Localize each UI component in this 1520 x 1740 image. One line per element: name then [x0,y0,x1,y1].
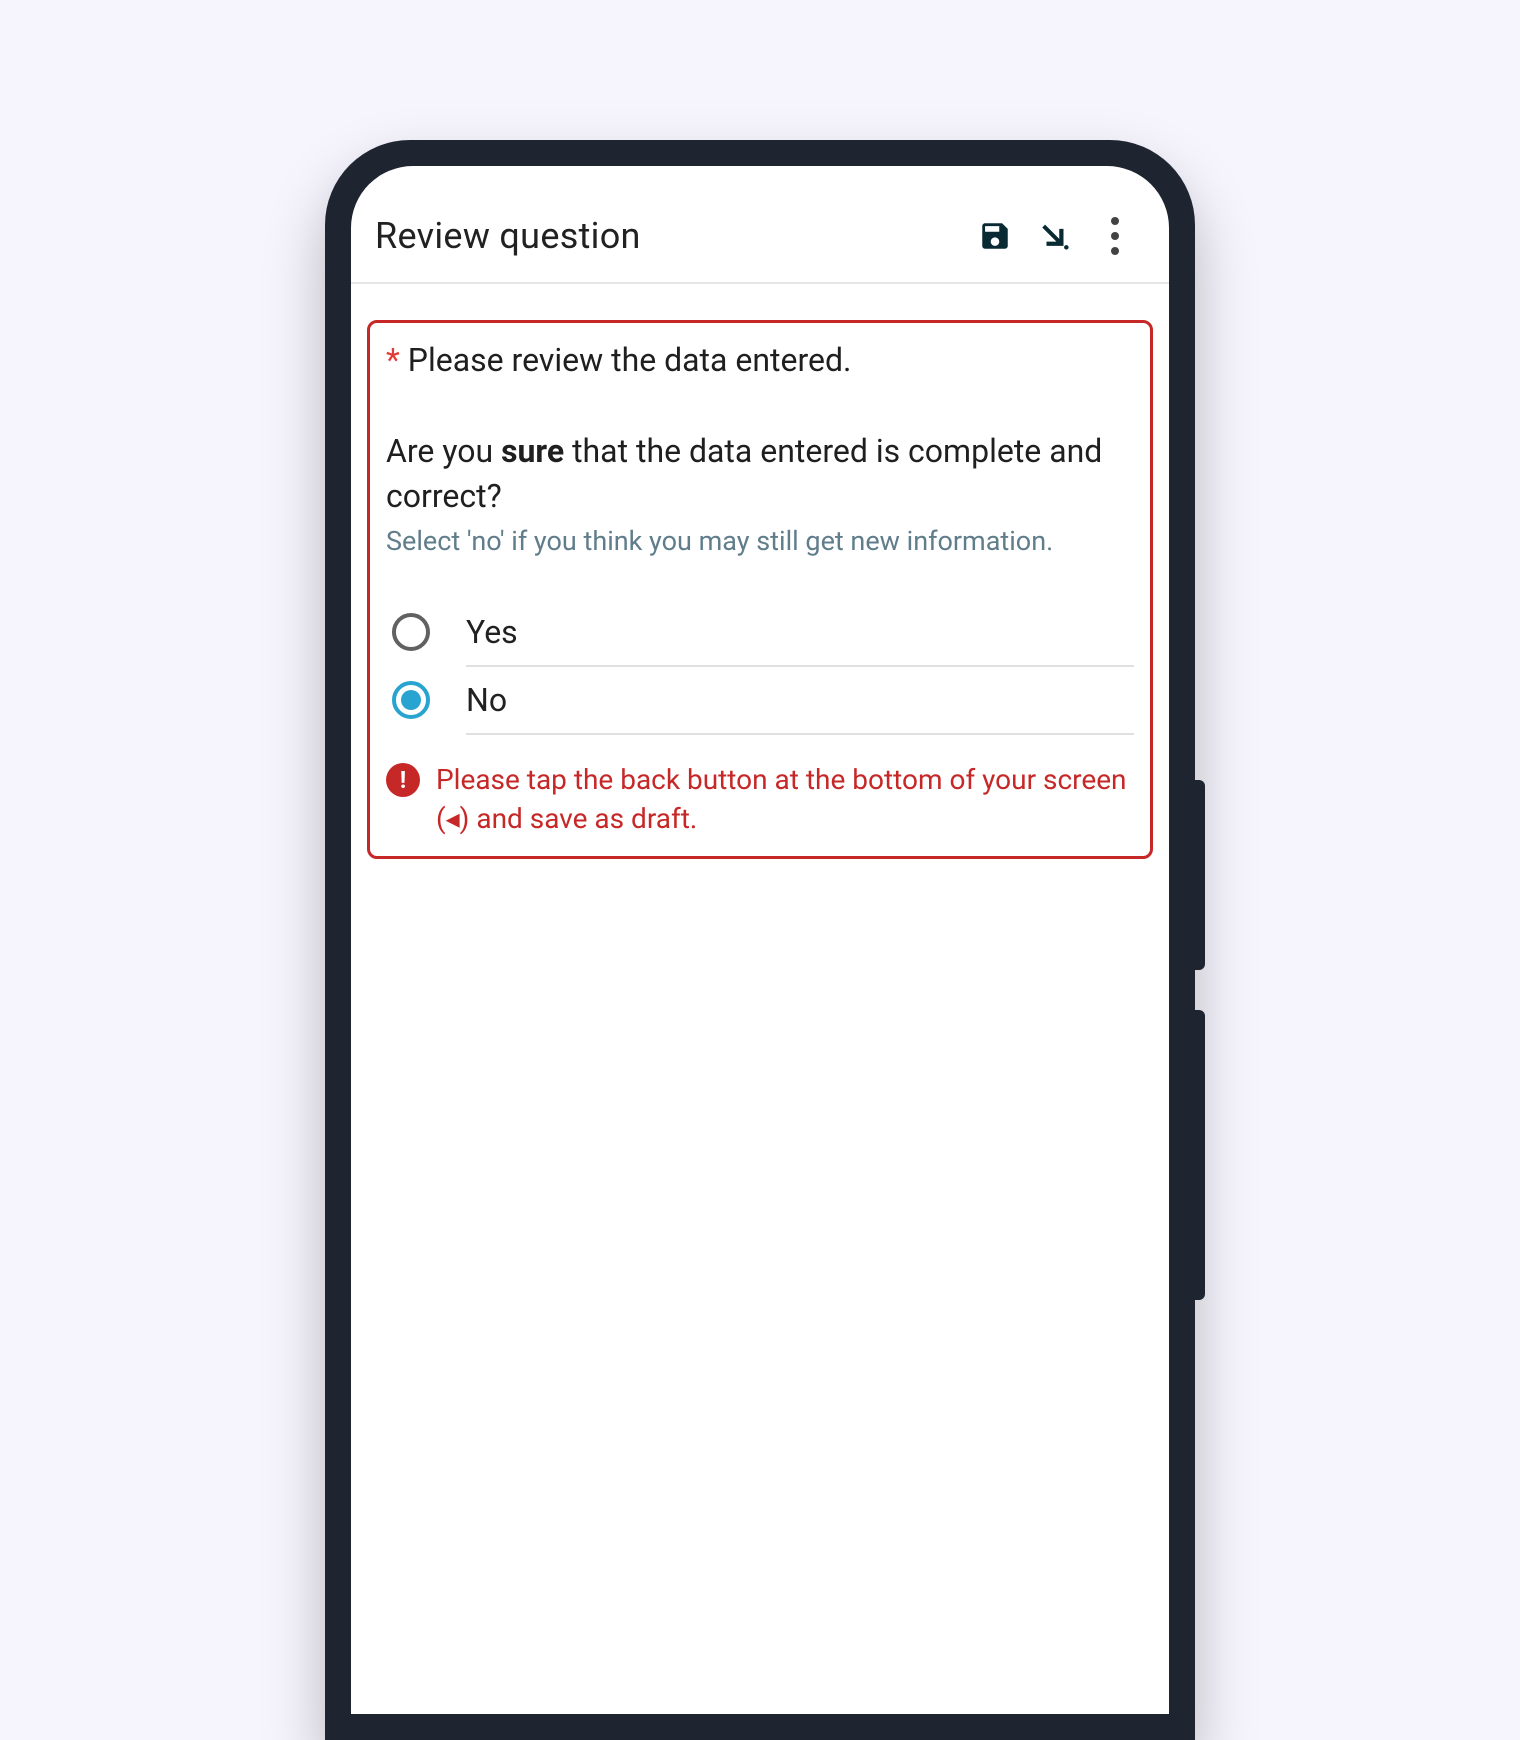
app-bar-title: Review question [375,215,965,257]
question-intro: *Please review the data entered. [386,341,1134,379]
save-icon [978,219,1012,253]
radio-option-yes[interactable]: Yes [386,599,1134,665]
phone-side-button [1191,1010,1205,1300]
question-card: *Please review the data entered. Are you… [367,320,1153,859]
phone-frame: Review question *Pleas [325,140,1195,1740]
question-intro-text: Please review the data entered. [408,341,852,379]
validation-error: ! Please tap the back button at the bott… [386,761,1134,838]
phone-side-button [1191,780,1205,970]
error-icon: ! [386,763,420,797]
radio-label: No [466,681,507,719]
question-main: Are you sure that the data entered is co… [386,429,1134,519]
question-main-emphasis: sure [501,432,564,470]
content-area: *Please review the data entered. Are you… [351,284,1169,859]
status-bar-spacer [351,166,1169,194]
arrow-down-right-icon [1038,219,1072,253]
more-vert-icon [1111,217,1119,255]
app-bar: Review question [351,194,1169,284]
required-star: * [386,341,400,379]
radio-label: Yes [466,613,518,651]
question-hint: Select 'no' if you think you may still g… [386,523,1134,559]
jump-button[interactable] [1025,212,1085,260]
radio-icon-selected [392,681,430,719]
validation-error-text: Please tap the back button at the bottom… [436,761,1134,838]
question-main-pre: Are you [386,432,501,470]
more-options-button[interactable] [1085,212,1145,260]
save-button[interactable] [965,212,1025,260]
radio-option-no[interactable]: No [386,667,1134,733]
radio-icon [392,613,430,651]
divider [466,733,1134,735]
phone-screen: Review question *Pleas [351,166,1169,1714]
